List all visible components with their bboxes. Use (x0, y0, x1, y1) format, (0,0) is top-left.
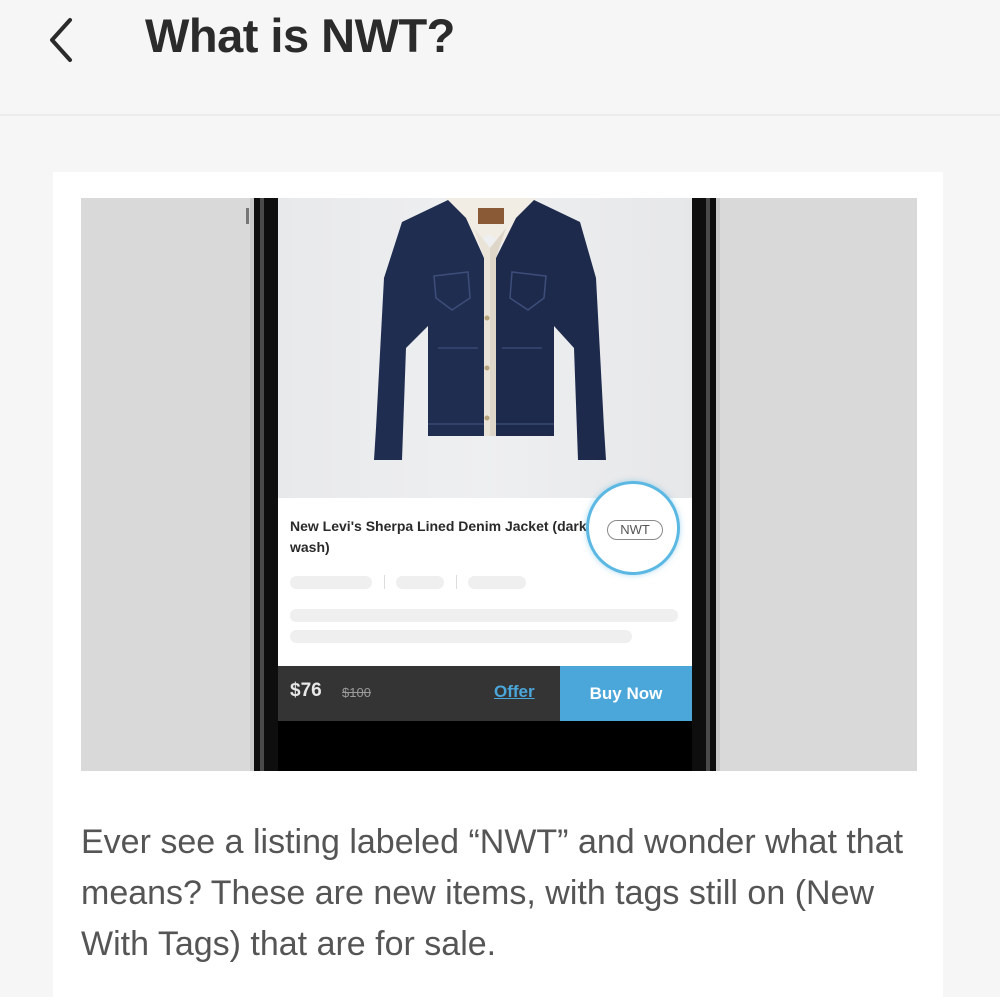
top-bar: What is NWT? (0, 0, 1000, 116)
buy-bar: $76 $100 Offer Buy Now (278, 666, 692, 721)
back-button[interactable] (40, 12, 90, 68)
description-text: Ever see a listing labeled “NWT” and won… (81, 823, 904, 963)
placeholder-line (396, 576, 444, 589)
offer-link[interactable]: Offer (494, 682, 535, 702)
listing-photo (278, 198, 692, 498)
nwt-highlight: NWT (586, 481, 680, 575)
placeholder-line (290, 609, 678, 622)
placeholder-line (468, 576, 526, 589)
original-price: $100 (342, 685, 371, 700)
article-card: New Levi's Sherpa Lined Denim Jacket (da… (53, 172, 943, 997)
placeholder-line (290, 576, 372, 589)
chevron-left-icon (50, 18, 72, 62)
denim-jacket-image (374, 198, 606, 460)
placeholder-divider (456, 575, 457, 589)
nwt-badge: NWT (607, 520, 663, 540)
placeholder-divider (384, 575, 385, 589)
page-title: What is NWT? (145, 9, 455, 62)
phone-mockup: New Levi's Sherpa Lined Denim Jacket (da… (246, 198, 720, 771)
placeholder-line (290, 630, 632, 643)
listing-price: $76 (290, 680, 322, 701)
buy-now-button[interactable]: Buy Now (560, 666, 692, 721)
hero-image: New Levi's Sherpa Lined Denim Jacket (da… (81, 198, 917, 771)
listing-title: New Levi's Sherpa Lined Denim Jacket (da… (290, 518, 587, 555)
phone-side-button (246, 208, 249, 224)
